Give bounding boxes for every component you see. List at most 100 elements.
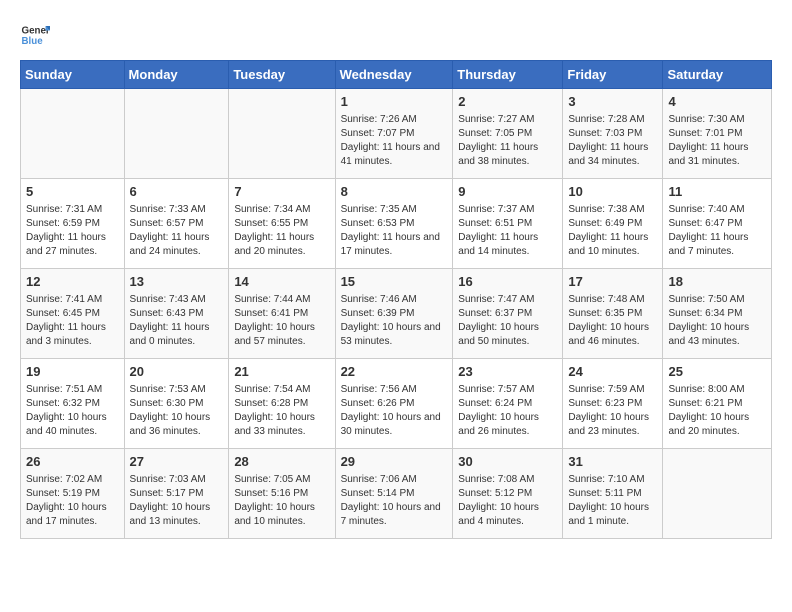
svg-text:Blue: Blue: [22, 36, 44, 47]
day-info-line: Sunrise: 7:02 AM: [26, 473, 119, 487]
calendar-day-21: 21Sunrise: 7:54 AMSunset: 6:28 PMDayligh…: [229, 359, 335, 449]
day-info-line: Sunrise: 7:06 AM: [341, 473, 448, 487]
day-info-line: Daylight: 10 hours and 26 minutes.: [458, 411, 557, 439]
day-info-line: Daylight: 11 hours and 27 minutes.: [26, 231, 119, 259]
day-info-line: Sunrise: 7:03 AM: [130, 473, 224, 487]
day-number: 25: [668, 363, 766, 381]
calendar-day-8: 8Sunrise: 7:35 AMSunset: 6:53 PMDaylight…: [335, 179, 453, 269]
day-info-line: Sunrise: 7:27 AM: [458, 113, 557, 127]
day-number: 8: [341, 183, 448, 201]
day-info-line: Sunset: 6:41 PM: [234, 307, 329, 321]
day-info-line: Daylight: 11 hours and 31 minutes.: [668, 141, 766, 169]
day-number: 3: [568, 93, 657, 111]
header: General Blue: [20, 20, 772, 50]
weekday-header-tuesday: Tuesday: [229, 61, 335, 89]
weekday-header-thursday: Thursday: [453, 61, 563, 89]
day-info-line: Sunset: 6:37 PM: [458, 307, 557, 321]
day-info-line: Daylight: 10 hours and 43 minutes.: [668, 321, 766, 349]
day-info-line: Sunset: 6:59 PM: [26, 217, 119, 231]
day-info-line: Daylight: 10 hours and 13 minutes.: [130, 501, 224, 529]
day-info-line: Sunrise: 7:38 AM: [568, 203, 657, 217]
day-number: 29: [341, 453, 448, 471]
day-info-line: Daylight: 10 hours and 46 minutes.: [568, 321, 657, 349]
day-info-line: Sunrise: 8:00 AM: [668, 383, 766, 397]
calendar-day-28: 28Sunrise: 7:05 AMSunset: 5:16 PMDayligh…: [229, 449, 335, 539]
day-number: 4: [668, 93, 766, 111]
day-info-line: Sunset: 7:07 PM: [341, 127, 448, 141]
day-info-line: Daylight: 11 hours and 3 minutes.: [26, 321, 119, 349]
calendar-day-19: 19Sunrise: 7:51 AMSunset: 6:32 PMDayligh…: [21, 359, 125, 449]
day-number: 21: [234, 363, 329, 381]
calendar-day-26: 26Sunrise: 7:02 AMSunset: 5:19 PMDayligh…: [21, 449, 125, 539]
day-info-line: Daylight: 11 hours and 24 minutes.: [130, 231, 224, 259]
calendar-day-23: 23Sunrise: 7:57 AMSunset: 6:24 PMDayligh…: [453, 359, 563, 449]
day-number: 2: [458, 93, 557, 111]
day-info-line: Sunrise: 7:28 AM: [568, 113, 657, 127]
day-info-line: Sunrise: 7:33 AM: [130, 203, 224, 217]
day-info-line: Sunrise: 7:54 AM: [234, 383, 329, 397]
calendar-table: SundayMondayTuesdayWednesdayThursdayFrid…: [20, 60, 772, 539]
calendar-day-9: 9Sunrise: 7:37 AMSunset: 6:51 PMDaylight…: [453, 179, 563, 269]
day-info-line: Sunset: 5:11 PM: [568, 487, 657, 501]
calendar-day-6: 6Sunrise: 7:33 AMSunset: 6:57 PMDaylight…: [124, 179, 229, 269]
day-number: 22: [341, 363, 448, 381]
day-info-line: Sunset: 6:32 PM: [26, 397, 119, 411]
day-info-line: Daylight: 10 hours and 53 minutes.: [341, 321, 448, 349]
day-info-line: Sunrise: 7:08 AM: [458, 473, 557, 487]
day-info-line: Daylight: 11 hours and 17 minutes.: [341, 231, 448, 259]
day-info-line: Sunset: 6:45 PM: [26, 307, 119, 321]
weekday-header-friday: Friday: [563, 61, 663, 89]
day-number: 24: [568, 363, 657, 381]
weekday-header-sunday: Sunday: [21, 61, 125, 89]
logo-icon: General Blue: [20, 20, 50, 50]
calendar-day-12: 12Sunrise: 7:41 AMSunset: 6:45 PMDayligh…: [21, 269, 125, 359]
day-info-line: Sunrise: 7:40 AM: [668, 203, 766, 217]
day-info-line: Daylight: 11 hours and 10 minutes.: [568, 231, 657, 259]
day-info-line: Sunset: 6:39 PM: [341, 307, 448, 321]
day-info-line: Sunset: 5:17 PM: [130, 487, 224, 501]
day-info-line: Sunset: 7:01 PM: [668, 127, 766, 141]
day-info-line: Sunset: 5:16 PM: [234, 487, 329, 501]
day-number: 6: [130, 183, 224, 201]
day-info-line: Sunset: 6:51 PM: [458, 217, 557, 231]
day-info-line: Sunrise: 7:26 AM: [341, 113, 448, 127]
calendar-day-15: 15Sunrise: 7:46 AMSunset: 6:39 PMDayligh…: [335, 269, 453, 359]
calendar-day-empty: [663, 449, 772, 539]
calendar-day-13: 13Sunrise: 7:43 AMSunset: 6:43 PMDayligh…: [124, 269, 229, 359]
day-number: 20: [130, 363, 224, 381]
day-info-line: Sunset: 6:47 PM: [668, 217, 766, 231]
day-info-line: Sunset: 6:21 PM: [668, 397, 766, 411]
calendar-day-25: 25 Sunrise: 8:00 AMSunset: 6:21 PMDayligh…: [663, 359, 772, 449]
day-info-line: Sunset: 6:26 PM: [341, 397, 448, 411]
day-number: 12: [26, 273, 119, 291]
day-info-line: Daylight: 10 hours and 10 minutes.: [234, 501, 329, 529]
calendar-day-10: 10Sunrise: 7:38 AMSunset: 6:49 PMDayligh…: [563, 179, 663, 269]
day-info-line: Daylight: 10 hours and 33 minutes.: [234, 411, 329, 439]
calendar-day-empty: [124, 89, 229, 179]
day-info-line: Sunrise: 7:59 AM: [568, 383, 657, 397]
day-number: 27: [130, 453, 224, 471]
day-number: 13: [130, 273, 224, 291]
day-info-line: Sunrise: 7:56 AM: [341, 383, 448, 397]
calendar-day-30: 30Sunrise: 7:08 AMSunset: 5:12 PMDayligh…: [453, 449, 563, 539]
day-number: 19: [26, 363, 119, 381]
day-info-line: Sunset: 7:03 PM: [568, 127, 657, 141]
day-number: 7: [234, 183, 329, 201]
day-info-line: Daylight: 10 hours and 7 minutes.: [341, 501, 448, 529]
calendar-week-row: 12Sunrise: 7:41 AMSunset: 6:45 PMDayligh…: [21, 269, 772, 359]
day-info-line: Daylight: 11 hours and 14 minutes.: [458, 231, 557, 259]
calendar-day-3: 3Sunrise: 7:28 AMSunset: 7:03 PMDaylight…: [563, 89, 663, 179]
day-info-line: Sunrise: 7:48 AM: [568, 293, 657, 307]
day-number: 15: [341, 273, 448, 291]
day-info-line: Sunrise: 7:35 AM: [341, 203, 448, 217]
day-number: 10: [568, 183, 657, 201]
day-info-line: Sunset: 6:34 PM: [668, 307, 766, 321]
day-info-line: Sunset: 6:35 PM: [568, 307, 657, 321]
day-number: 30: [458, 453, 557, 471]
day-info-line: Daylight: 10 hours and 20 minutes.: [668, 411, 766, 439]
calendar-week-row: 19Sunrise: 7:51 AMSunset: 6:32 PMDayligh…: [21, 359, 772, 449]
day-number: 26: [26, 453, 119, 471]
calendar-day-24: 24Sunrise: 7:59 AMSunset: 6:23 PMDayligh…: [563, 359, 663, 449]
weekday-header-saturday: Saturday: [663, 61, 772, 89]
day-number: 14: [234, 273, 329, 291]
